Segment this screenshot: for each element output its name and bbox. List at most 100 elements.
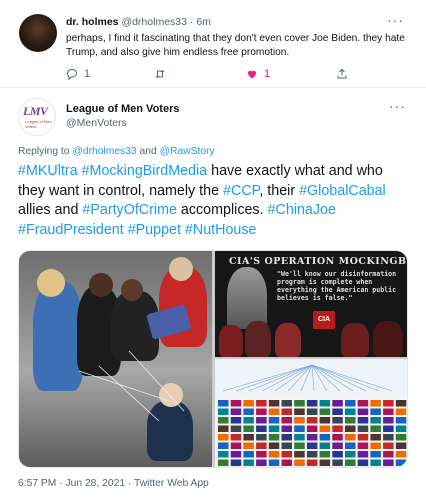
media-logo-tile [268,408,280,415]
hashtag-link[interactable]: #PartyOfCrime [82,202,177,218]
hashtag-link[interactable]: #CCP [223,183,259,199]
media-photo-right-top[interactable]: CIA'S OPERATION MOCKINGBIRD "We'll know … [215,251,407,357]
media-logo-tile [395,425,407,432]
media-logo-tile [395,408,407,415]
media-logo-tile [383,459,394,466]
media-logo-tile [345,434,356,441]
media-logo-tile [281,434,292,441]
hashtag-link[interactable]: #MockingBirdMedia [82,163,208,179]
media-logo-tile [319,408,331,415]
reply-time[interactable]: 6m [196,16,211,28]
media-logo-tile [395,434,407,441]
media-logo-tile [294,425,305,432]
hashtag-link[interactable]: #FraudPresident [18,222,124,238]
media-logo-tile [294,459,305,466]
media-logo-tile [345,400,356,407]
media-logo-tile [306,425,318,432]
media-logo-tile [281,451,292,458]
media-logo-tile [306,417,318,424]
hashtag-link[interactable]: #Puppet [128,222,181,238]
media-logo-tile [230,417,242,424]
media-logo-tile [332,417,343,424]
comment-icon [66,68,78,80]
media-logo-tile [319,400,331,407]
reply-more-icon[interactable]: ··· [387,12,404,28]
media-logo-tile [357,425,369,432]
media-photo-right-bottom[interactable] [215,359,407,467]
media-logo-tile [268,459,280,466]
media-logo-tile [395,400,407,407]
media-logo-tile [218,408,229,415]
hashtag-link[interactable]: #ChinaJoe [268,202,336,218]
media-logo-tile [357,451,369,458]
like-button[interactable]: 1 [246,68,270,80]
reply-handle[interactable]: @drholmes33 [121,16,187,28]
poster-figure [341,323,369,357]
reply-avatar[interactable] [19,14,57,52]
media-logo-tile [256,400,267,407]
main-avatar[interactable]: LMV League of Men Voters [18,98,56,136]
media-logo-tile [218,400,229,407]
reply-button[interactable]: 1 [66,68,90,80]
replying-user-link-1[interactable]: @drholmes33 [72,146,136,157]
media-logo-tile [243,451,254,458]
media-logo-tile [243,400,254,407]
media-logo-tile [256,425,267,432]
media-logo-tile [370,459,381,466]
media-logo-tile [319,417,331,424]
media-logo-tile [332,434,343,441]
main-more-icon[interactable]: ··· [389,98,406,114]
media-logo-tile [345,451,356,458]
media-photo-left[interactable] [19,251,212,467]
media-logo-tile [218,434,229,441]
media-logo-tile [218,417,229,424]
hashtag-link[interactable]: #MKUltra [18,163,78,179]
media-logo-tile [218,425,229,432]
media-logo-tile [281,408,292,415]
reply-count: 1 [84,68,91,80]
replying-user-link-2[interactable]: @RawStory [160,146,215,157]
media-logo-tile [230,459,242,466]
main-handle[interactable]: @MenVoters [66,117,127,129]
media-logo-tile [332,400,343,407]
media-logo-tile [383,425,394,432]
media-logo-tile [294,408,305,415]
media-logo-tile [268,442,280,449]
replying-prefix: Replying to [18,146,70,157]
media-logo-tile [345,425,356,432]
media-logo-tile [357,434,369,441]
tweet-timestamp[interactable]: 6:57 PM · Jun 28, 2021 · Twitter Web App [18,478,209,489]
media-logo-tile [370,451,381,458]
media-logo-tile [370,425,381,432]
media-logo-tile [243,408,254,415]
main-display-name[interactable]: League of Men Voters [66,103,179,115]
media-logo-tile [332,459,343,466]
media-logo-tile [294,417,305,424]
media-logo-tile [294,434,305,441]
media-logo-tile [230,425,242,432]
media-logo-tile [370,434,381,441]
media-logo-tile [345,442,356,449]
media-logo-tile [357,459,369,466]
share-button[interactable] [336,68,354,80]
media-logo-tile [383,451,394,458]
media-logo-tile [230,451,242,458]
cia-poster-quote: "We'll know our disinformation program i… [277,270,397,302]
media-logo-tile [383,408,394,415]
media-logo-tile [332,408,343,415]
media-logo-tile [281,425,292,432]
retweet-button[interactable] [154,68,172,80]
media-logo-tile [332,451,343,458]
poster-figure [219,325,243,357]
media-logo-tile [319,434,331,441]
media-logo-tile [294,442,305,449]
hashtag-link[interactable]: #GlobalCabal [299,183,386,199]
media-logo-tile [281,400,292,407]
reply-tweet[interactable]: dr. holmes @drholmes33 · 6m ··· perhaps,… [0,0,426,88]
reply-display-name[interactable]: dr. holmes [66,16,119,28]
hashtag-link[interactable]: #NutHouse [185,222,257,238]
media-logo-tile [306,442,318,449]
reply-text: perhaps, I find it fascinating that they… [66,33,405,58]
puppet-strings [78,350,185,422]
media-logo-tile [256,442,267,449]
